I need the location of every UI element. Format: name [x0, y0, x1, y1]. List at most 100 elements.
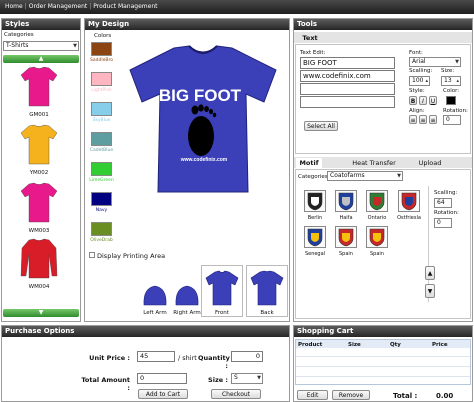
right-arm-view[interactable] — [174, 283, 200, 307]
coat-of-arms-icon[interactable] — [366, 190, 388, 212]
stepper-icon: ▴ — [425, 78, 428, 84]
cart-remove-button[interactable]: Remove — [332, 390, 370, 400]
front-view[interactable] — [205, 270, 239, 306]
chevron-down-icon: ▼ — [455, 59, 459, 65]
display-printing-area-label: Display Printing Area — [97, 252, 166, 260]
color-swatch[interactable] — [91, 162, 112, 176]
unit-price-label: Unit Price : — [89, 354, 130, 362]
italic-button[interactable]: I — [419, 96, 427, 105]
motif-scroll-up-button[interactable]: ▲ — [425, 266, 435, 280]
colors-label: Colors — [94, 33, 112, 39]
category-label: Categories — [4, 32, 34, 38]
cart-edit-button[interactable]: Edit — [297, 390, 328, 400]
text-color-swatch[interactable] — [446, 96, 456, 105]
text-line-1-input[interactable]: BIG FOOT — [300, 57, 395, 69]
stepper-icon: ▴ — [456, 78, 459, 84]
tools-panel-title: Tools — [294, 19, 472, 30]
tab-heat-transfer[interactable]: Heat Transfer — [350, 158, 398, 168]
color-swatch[interactable] — [91, 222, 112, 236]
text-line-2-input[interactable]: www.codefinix.com — [300, 70, 395, 82]
tab-motif[interactable]: Motif — [296, 158, 322, 168]
cart-col-size: Size — [348, 342, 361, 348]
view-back-label: Back — [260, 310, 274, 316]
bold-button[interactable]: B — [409, 96, 417, 105]
color-swatch-label: Navy — [95, 208, 108, 213]
tab-text[interactable]: Text — [296, 33, 324, 43]
color-label: Color: — [443, 88, 460, 94]
size-select[interactable]: S ▼ — [231, 373, 263, 384]
back-view[interactable] — [250, 270, 284, 306]
coat-of-arms-icon[interactable] — [398, 190, 420, 212]
product-thumbnail[interactable] — [19, 66, 59, 110]
product-code-label: YM002 — [29, 170, 49, 176]
motif-label: Senegal — [304, 251, 326, 257]
coat-of-arms-icon[interactable] — [335, 190, 357, 212]
rotation-label: Rotation: — [443, 108, 468, 114]
total-amount-input[interactable]: 0 — [137, 373, 187, 384]
scroll-down-button[interactable]: ▼ — [3, 309, 79, 317]
size-label: Size : — [208, 376, 228, 384]
select-all-button[interactable]: Select All — [304, 121, 338, 131]
motif-category-select[interactable]: Coatofarms ▼ — [327, 171, 403, 181]
underline-button[interactable]: U — [429, 96, 437, 105]
quantity-label: Quantity : — [198, 354, 230, 370]
align-right-button[interactable]: ≡ — [429, 115, 437, 124]
cart-total-label: Total : — [393, 392, 418, 400]
coat-of-arms-icon[interactable] — [304, 226, 326, 248]
color-swatch[interactable] — [91, 192, 112, 206]
scaling-label: Scalling: — [409, 68, 433, 74]
motif-scaling-value: 64 — [437, 199, 445, 206]
cart-panel-title: Shopping Cart — [294, 326, 472, 337]
cart-col-qty: Qty — [390, 342, 401, 348]
motif-rotation-value: 0 — [437, 219, 441, 226]
text-line-3-input[interactable] — [300, 83, 395, 95]
color-swatch[interactable] — [91, 132, 112, 146]
add-to-cart-button[interactable]: Add to Cart — [138, 389, 188, 399]
product-thumbnail[interactable] — [19, 182, 59, 226]
tshirt-canvas[interactable]: BIG FOOT www.codefinix.com — [124, 44, 282, 194]
coat-of-arms-icon[interactable] — [335, 226, 357, 248]
cart-total-value: 0.00 — [436, 392, 454, 400]
motif-label: Spain — [339, 251, 353, 257]
total-amount-label: Total Amount : — [81, 376, 130, 392]
category-select[interactable]: T-Shirts ▼ — [3, 41, 79, 51]
scroll-up-button[interactable]: ▲ — [3, 55, 79, 63]
quantity-input[interactable]: 0 — [231, 351, 263, 362]
chevron-down-icon: ▼ — [73, 43, 77, 49]
text-line-4-input[interactable] — [300, 96, 395, 108]
align-left-button[interactable]: ≡ — [409, 115, 417, 124]
product-thumbnail[interactable] — [19, 124, 59, 168]
product-code-label: GM001 — [29, 112, 49, 118]
motif-rotation-stepper[interactable]: 0 — [434, 218, 452, 228]
coat-of-arms-icon[interactable] — [366, 226, 388, 248]
display-printing-area-checkbox[interactable] — [89, 252, 95, 258]
scaling-stepper[interactable]: 100 ▴ — [409, 76, 430, 86]
color-swatch[interactable] — [91, 102, 112, 116]
rotation-stepper[interactable]: 0 — [443, 115, 461, 125]
unit-price-input[interactable]: 45 — [137, 351, 175, 362]
product-list: GM001 YM002 WM003 WM004 — [3, 64, 79, 306]
align-left-icon: ≡ — [410, 117, 416, 124]
motif-scaling-label: Scalling: — [434, 190, 458, 196]
motif-label: Spain — [370, 251, 384, 257]
nav-product-management-link[interactable]: Product Management — [91, 3, 159, 10]
product-code-label: WM004 — [28, 284, 50, 290]
left-arm-view[interactable] — [142, 283, 168, 307]
color-swatch-label: CadetBlue — [89, 148, 114, 153]
size-value: 13 — [444, 77, 452, 84]
align-center-icon: ≡ — [420, 117, 426, 124]
font-select[interactable]: Arial ▼ — [409, 57, 461, 67]
product-thumbnail[interactable] — [19, 238, 59, 282]
size-stepper[interactable]: 13 ▴ — [441, 76, 461, 86]
coat-of-arms-icon[interactable] — [304, 190, 326, 212]
nav-order-management-link[interactable]: Order Management — [27, 3, 89, 10]
align-center-button[interactable]: ≡ — [419, 115, 427, 124]
color-swatch[interactable] — [91, 72, 112, 86]
checkout-button[interactable]: Checkout — [211, 389, 261, 399]
color-swatch[interactable] — [91, 42, 112, 56]
motif-scaling-stepper[interactable]: 64 — [434, 198, 452, 208]
arrow-down-icon: ▼ — [427, 288, 433, 295]
nav-home-link[interactable]: Home — [3, 3, 25, 10]
motif-scroll-down-button[interactable]: ▼ — [425, 284, 435, 298]
rotation-value: 0 — [446, 116, 450, 123]
